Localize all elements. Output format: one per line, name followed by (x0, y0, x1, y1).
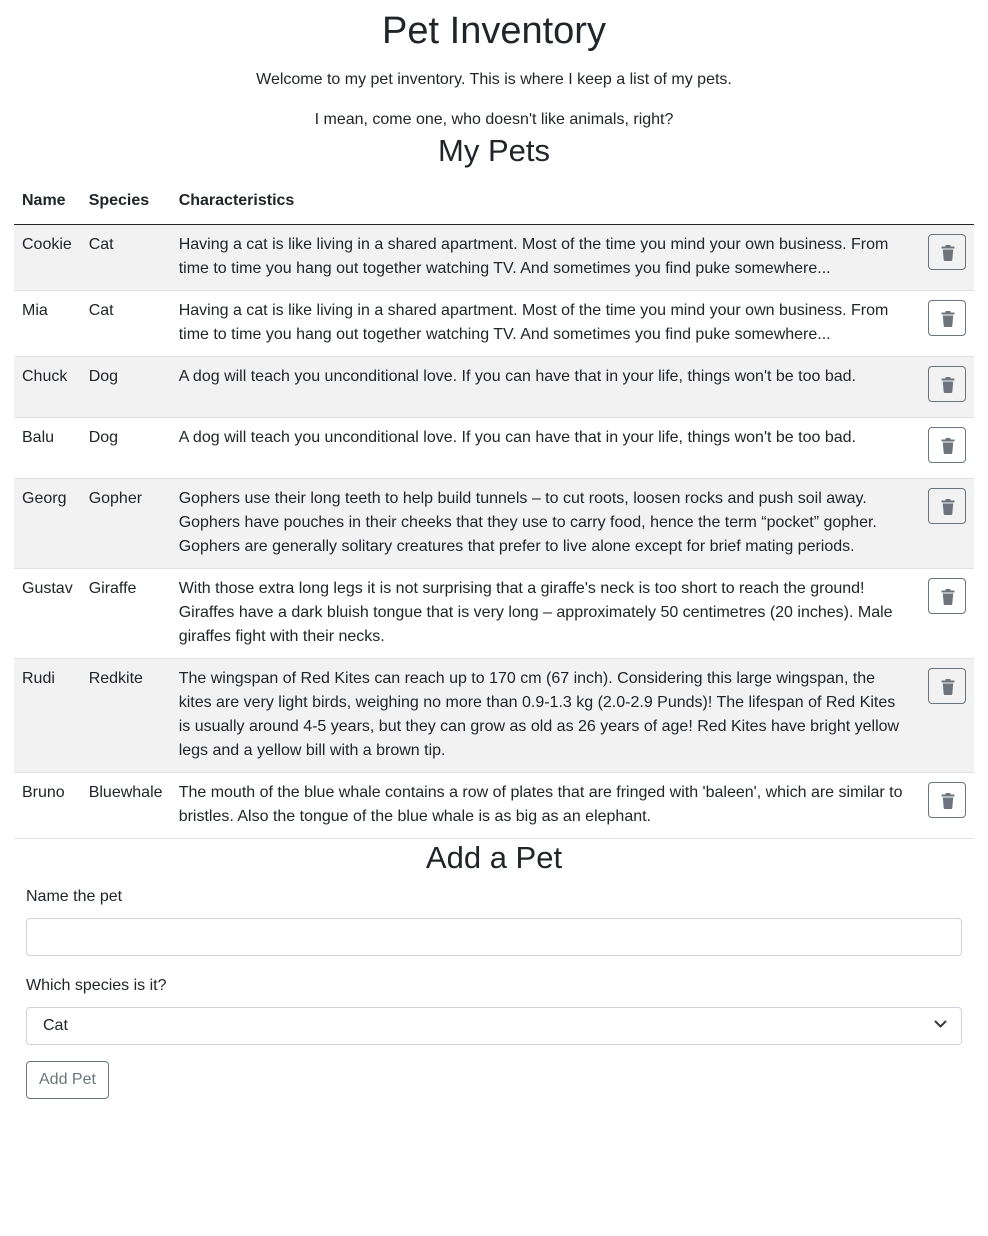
delete-pet-button[interactable] (928, 668, 966, 704)
pet-species-cell: Dog (80, 417, 171, 479)
trash-icon (941, 793, 955, 809)
intro-text-2: I mean, come one, who doesn't like anima… (314, 111, 674, 128)
trash-icon (941, 679, 955, 695)
pet-characteristics-cell: The wingspan of Red Kites can reach up t… (170, 658, 918, 773)
page-title: Pet Inventory (382, 10, 606, 52)
pet-characteristics-cell: Having a cat is like living in a shared … (170, 224, 918, 291)
pet-characteristics-cell: A dog will teach you unconditional love.… (170, 356, 918, 418)
add-pet-form: Name the pet Which species is it? Cat Ad… (14, 885, 974, 1099)
my-pets-title: My Pets (438, 133, 550, 168)
table-row: Chuck Dog A dog will teach you uncondition… (14, 356, 974, 418)
pet-species-cell: Gopher (80, 478, 171, 569)
pet-name-cell: Cookie (14, 224, 81, 291)
delete-pet-button[interactable] (928, 300, 966, 336)
pets-table-body: Cookie Cat Having a cat is like living in … (14, 224, 974, 839)
pet-characteristics-cell: The mouth of the blue whale contains a r… (170, 772, 918, 839)
pet-characteristics-cell: With those extra long legs it is not sur… (170, 568, 918, 659)
pet-name-cell: Bruno (14, 772, 81, 839)
column-header-actions (918, 182, 974, 225)
pet-actions-cell (918, 290, 974, 357)
pet-actions-cell (918, 772, 974, 839)
pet-name-cell: Rudi (14, 658, 81, 773)
pet-species-cell: Giraffe (80, 568, 171, 659)
table-row: Gustav Giraffe With those extra long legs … (14, 568, 974, 659)
column-header-name: Name (14, 182, 81, 225)
table-row: Balu Dog A dog will teach you unconditiona… (14, 417, 974, 479)
trash-icon (941, 438, 955, 454)
page-container: Pet Inventory Welcome to my pet inventor… (14, 0, 974, 1099)
table-row: Georg Gopher Gophers use their long teeth … (14, 478, 974, 569)
pet-name-cell: Balu (14, 417, 81, 479)
pet-characteristics-cell: Having a cat is like living in a shared … (170, 290, 918, 357)
delete-pet-button[interactable] (928, 488, 966, 524)
delete-pet-button[interactable] (928, 578, 966, 614)
add-pet-title: Add a Pet (425, 840, 563, 875)
pet-characteristics-cell: Gophers use their long teeth to help bui… (170, 478, 918, 569)
trash-icon (941, 377, 955, 393)
chevron-down-icon (934, 1020, 947, 1028)
intro-text: Welcome to my pet inventory. This is whe… (256, 71, 732, 88)
pet-name-cell: Georg (14, 478, 81, 569)
pet-name-cell: Chuck (14, 356, 81, 418)
pet-name-label: Name the pet (26, 888, 123, 905)
add-pet-button[interactable]: Add Pet (26, 1061, 109, 1099)
pet-species-cell: Cat (80, 290, 171, 357)
pet-species-cell: Cat (80, 224, 171, 291)
pet-actions-cell (918, 224, 974, 291)
pet-characteristics-cell: A dog will teach you unconditional love.… (170, 417, 918, 479)
pet-species-cell: Dog (80, 356, 171, 418)
pet-species-cell: Redkite (80, 658, 171, 773)
pet-actions-cell (918, 568, 974, 659)
table-row: Cookie Cat Having a cat is like living in … (14, 224, 974, 291)
column-header-species: Species (80, 182, 171, 225)
pet-name-cell: Mia (14, 290, 81, 357)
pet-name-input[interactable] (26, 918, 962, 956)
pet-actions-cell (918, 356, 974, 418)
pets-table: Name Species Characteristics Cookie Cat Ha… (14, 182, 974, 839)
species-field: Which species is it? Cat (26, 974, 962, 1045)
trash-icon (941, 311, 955, 327)
species-select[interactable]: Cat (26, 1007, 962, 1045)
species-label: Which species is it? (26, 977, 167, 994)
pet-actions-cell (918, 658, 974, 773)
table-row: Bruno Bluewhale The mouth of the blue whal… (14, 772, 974, 839)
pet-actions-cell (918, 417, 974, 479)
delete-pet-button[interactable] (928, 427, 966, 463)
delete-pet-button[interactable] (928, 366, 966, 402)
delete-pet-button[interactable] (928, 782, 966, 818)
trash-icon (941, 499, 955, 515)
table-header-row: Name Species Characteristics (14, 182, 974, 225)
species-selected-value: Cat (43, 1017, 68, 1034)
delete-pet-button[interactable] (928, 234, 966, 270)
table-row: Mia Cat Having a cat is like living in a s… (14, 290, 974, 357)
pet-name-cell: Gustav (14, 568, 81, 659)
pet-actions-cell (918, 478, 974, 569)
pet-species-cell: Bluewhale (80, 772, 171, 839)
table-row: Rudi Redkite The wingspan of Red Kites can… (14, 658, 974, 773)
column-header-characteristics: Characteristics (170, 182, 918, 225)
trash-icon (941, 589, 955, 605)
trash-icon (941, 245, 955, 261)
